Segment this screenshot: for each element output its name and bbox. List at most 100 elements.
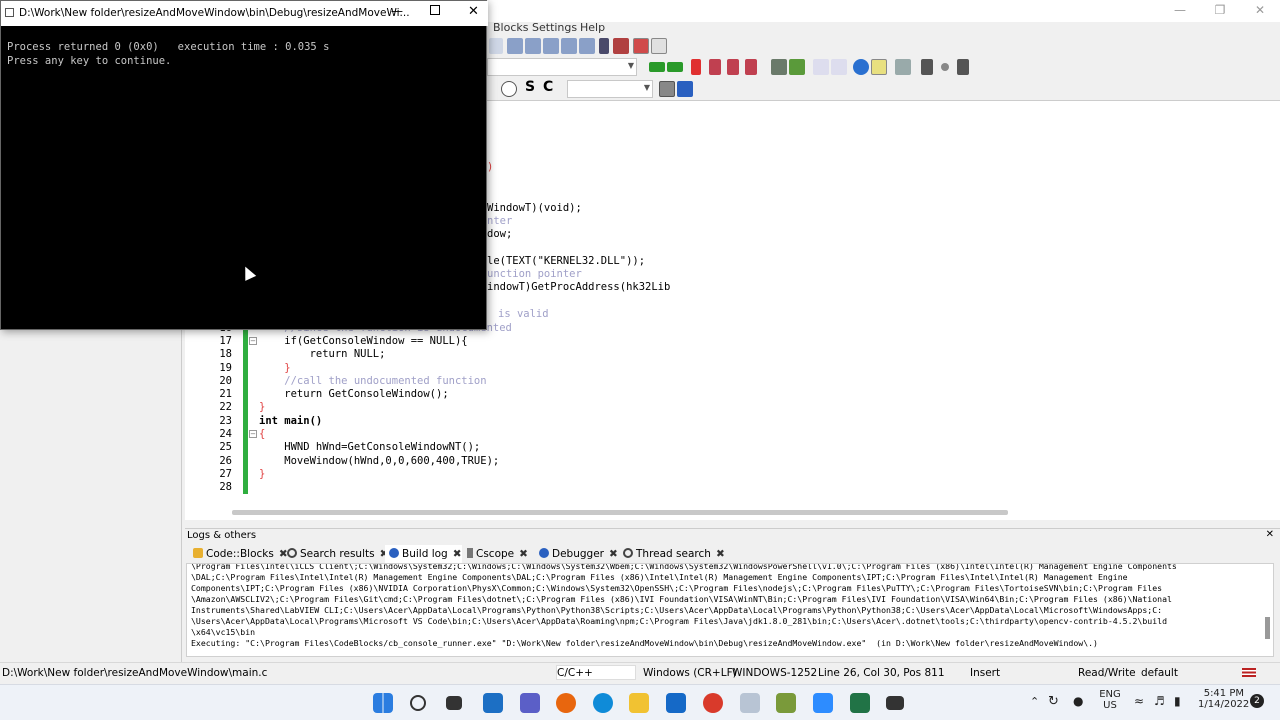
next-instruction-icon[interactable] bbox=[561, 38, 577, 54]
menu-help[interactable]: Help bbox=[580, 21, 605, 34]
s-icon[interactable]: S bbox=[525, 79, 535, 95]
close-tab-icon[interactable]: ✖ bbox=[716, 548, 725, 560]
tab-thread-search[interactable]: Thread search ✖ bbox=[619, 545, 725, 563]
search-combo[interactable]: ▼ bbox=[567, 80, 653, 98]
code-partial-1-text: WindowT)(void); bbox=[487, 202, 582, 214]
step-out-icon[interactable] bbox=[543, 38, 559, 54]
prev-bookmark-icon[interactable] bbox=[709, 59, 721, 75]
clear-bookmarks-icon[interactable] bbox=[745, 59, 757, 75]
console-output: Process returned 0 (0x0) execution time … bbox=[7, 41, 330, 67]
task-view-icon[interactable] bbox=[446, 696, 462, 710]
logs-vertical-scrollbar[interactable] bbox=[1265, 617, 1270, 639]
debug-toolbar bbox=[487, 35, 687, 57]
tray-chevron-icon[interactable]: ⌃ bbox=[1030, 695, 1039, 708]
tab-label: Cscope bbox=[476, 548, 515, 560]
uncomment-icon[interactable] bbox=[831, 59, 847, 75]
clock-time: 5:41 PM bbox=[1203, 688, 1244, 699]
debug-info-icon[interactable] bbox=[651, 38, 667, 54]
ide-maximize-button[interactable]: ❐ bbox=[1200, 0, 1240, 22]
build-log-content[interactable]: \Program Files\Intel\iCLS Client\;C:\Win… bbox=[186, 563, 1274, 657]
search-toolbar: S C ▼ bbox=[487, 78, 693, 100]
console-taskbar-icon[interactable] bbox=[886, 696, 904, 710]
tab-search-results[interactable]: Search results ✖ bbox=[283, 545, 388, 563]
microphone-icon[interactable]: ● bbox=[1073, 694, 1083, 708]
prev-change-icon[interactable] bbox=[921, 59, 933, 75]
console-minimize-button[interactable]: — bbox=[391, 4, 403, 18]
notification-badge[interactable]: 2 bbox=[1250, 694, 1264, 708]
scope-combo[interactable]: ▼ bbox=[487, 58, 637, 76]
console-maximize-button[interactable] bbox=[430, 5, 440, 15]
settings-wrench-icon[interactable] bbox=[895, 59, 911, 75]
status-language[interactable]: C/C++ bbox=[556, 665, 636, 680]
editor-horizontal-scrollbar[interactable] bbox=[232, 510, 1008, 515]
jump-code-icon[interactable] bbox=[771, 59, 787, 75]
excel-icon[interactable] bbox=[850, 693, 870, 713]
code-partial-2: nter bbox=[487, 215, 513, 227]
chat-icon[interactable] bbox=[520, 693, 540, 713]
logs-panel-close-button[interactable]: ✕ bbox=[1266, 529, 1274, 540]
clock-date: 1/14/2022 bbox=[1198, 699, 1250, 710]
debug-windows-icon[interactable] bbox=[633, 38, 649, 54]
menu-settings[interactable]: Settings bbox=[532, 21, 577, 34]
firefox-icon[interactable] bbox=[556, 693, 576, 713]
change-marker-icon[interactable] bbox=[941, 63, 949, 71]
step-over-icon[interactable] bbox=[507, 38, 523, 54]
tab-codeblocks[interactable]: Code::Blocks ✖ bbox=[189, 545, 288, 563]
console-window[interactable]: D:\Work\New folder\resizeAndMoveWindow\b… bbox=[0, 0, 488, 330]
clock[interactable]: 5:41 PM 1/14/2022 bbox=[1198, 688, 1250, 710]
step-into-instruction-icon[interactable] bbox=[579, 38, 595, 54]
edge-icon[interactable] bbox=[593, 693, 613, 713]
toggle-bookmark-icon[interactable] bbox=[691, 59, 701, 75]
line-number: 19 bbox=[219, 362, 232, 374]
menu-blocks[interactable]: Blocks bbox=[493, 21, 528, 34]
comment-icon[interactable] bbox=[813, 59, 829, 75]
tab-cscope[interactable]: Cscope ✖ bbox=[463, 545, 528, 563]
jump-back-icon[interactable] bbox=[649, 62, 665, 72]
sync-icon[interactable]: ↻ bbox=[1048, 694, 1059, 709]
code-partial-5: unction pointer bbox=[487, 268, 582, 280]
find-icon[interactable] bbox=[659, 81, 675, 97]
wifi-icon[interactable]: ≈ bbox=[1134, 694, 1144, 708]
language-indicator[interactable]: ENG US bbox=[1099, 689, 1121, 711]
search-icon[interactable] bbox=[410, 695, 426, 711]
code-line: if(GetConsoleWindow == NULL){ bbox=[259, 335, 468, 347]
find-options-icon[interactable] bbox=[677, 81, 693, 97]
tab-debugger[interactable]: Debugger ✖ bbox=[535, 545, 618, 563]
next-change-icon[interactable] bbox=[957, 59, 969, 75]
ide-minimize-button[interactable]: — bbox=[1160, 0, 1200, 22]
debug-continue-icon[interactable] bbox=[489, 38, 503, 54]
app-icon[interactable] bbox=[740, 693, 760, 713]
jump-forward-icon[interactable] bbox=[667, 62, 683, 72]
battery-icon[interactable]: ▮ bbox=[1174, 694, 1181, 708]
gear-icon bbox=[539, 548, 549, 558]
help-icon[interactable] bbox=[871, 59, 887, 75]
file-explorer-icon[interactable] bbox=[629, 693, 649, 713]
fold-marker-icon[interactable]: − bbox=[249, 430, 257, 438]
chrome-icon[interactable] bbox=[703, 693, 723, 713]
zoom-icon[interactable] bbox=[813, 693, 833, 713]
tab-build-log[interactable]: Build log ✖ bbox=[385, 545, 462, 563]
mail-icon[interactable] bbox=[666, 693, 686, 713]
next-bookmark-icon[interactable] bbox=[727, 59, 739, 75]
close-tab-icon[interactable]: ✖ bbox=[609, 548, 618, 560]
highlight-icon[interactable] bbox=[789, 59, 805, 75]
winrar-icon[interactable] bbox=[776, 693, 796, 713]
start-icon[interactable] bbox=[373, 693, 393, 713]
ide-close-button[interactable]: ✕ bbox=[1240, 0, 1280, 22]
pause-icon[interactable] bbox=[599, 38, 609, 54]
stop-debug-icon[interactable] bbox=[613, 38, 629, 54]
zoom-icon[interactable] bbox=[501, 81, 517, 97]
log-line: \Amazon\AWSCLIV2\;C:\Program Files\Git\c… bbox=[191, 594, 1172, 604]
close-tab-icon[interactable]: ✖ bbox=[519, 548, 528, 560]
volume-icon[interactable]: ♬ bbox=[1154, 694, 1165, 708]
doxy-icon[interactable] bbox=[853, 59, 869, 75]
console-close-button[interactable]: ✕ bbox=[468, 4, 479, 19]
widgets-icon[interactable] bbox=[483, 693, 503, 713]
fold-marker-icon[interactable]: − bbox=[249, 337, 257, 345]
c-icon[interactable]: C bbox=[543, 79, 553, 95]
close-tab-icon[interactable]: ✖ bbox=[453, 548, 462, 560]
line-number: 21 bbox=[219, 388, 232, 400]
line-number: 17 bbox=[219, 335, 232, 347]
step-into-icon[interactable] bbox=[525, 38, 541, 54]
code-line: int main() bbox=[259, 415, 323, 427]
